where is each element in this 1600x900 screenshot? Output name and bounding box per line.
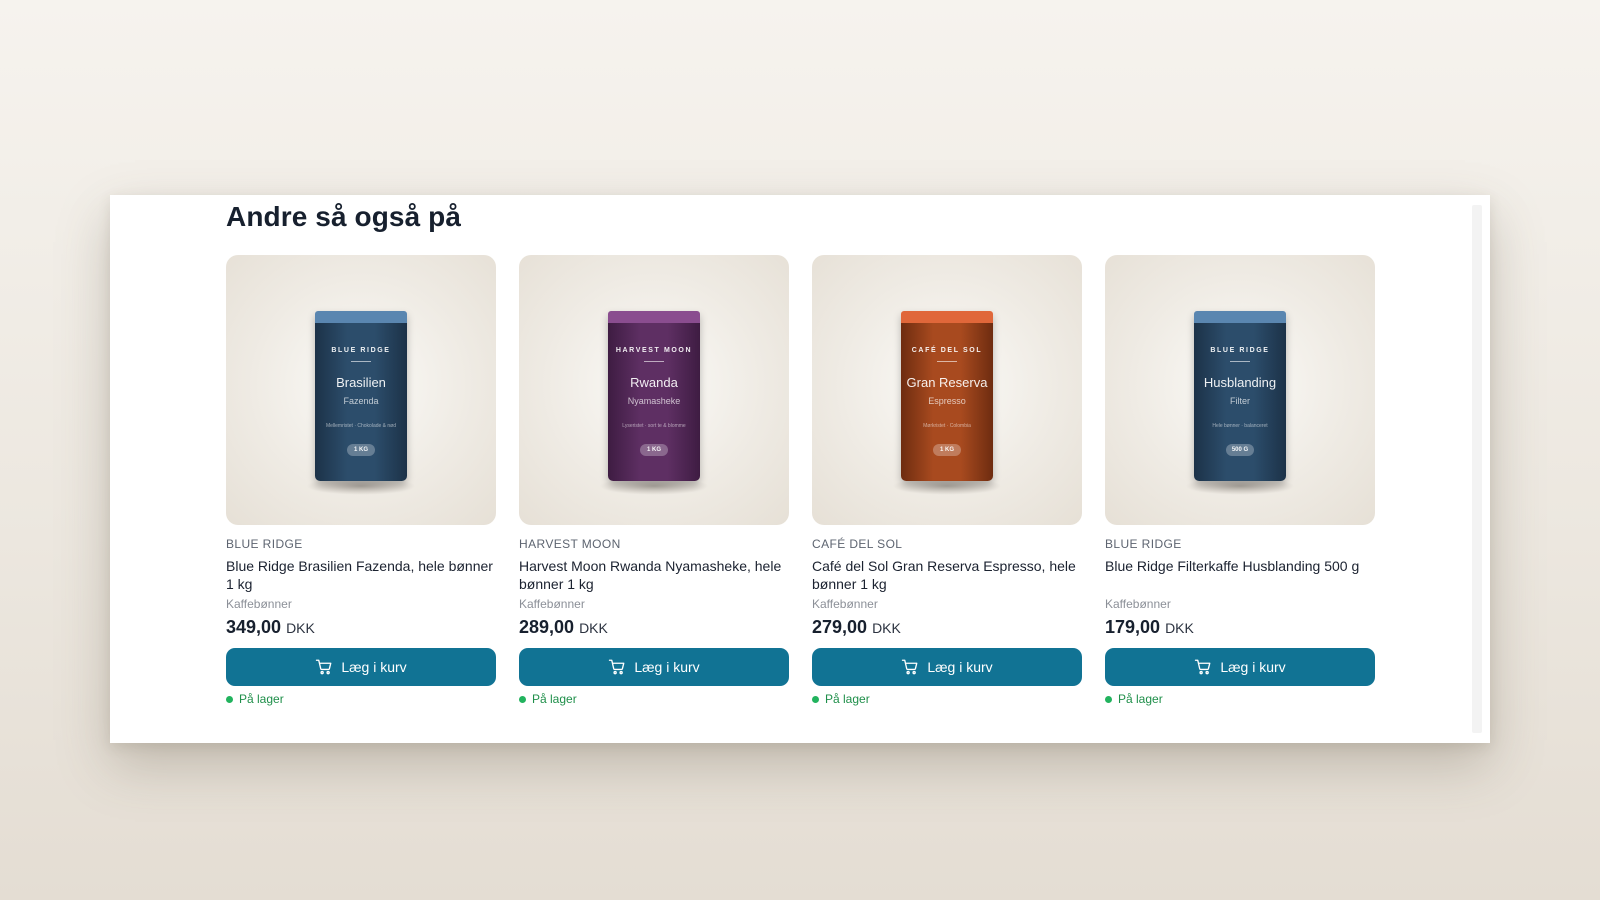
product-title[interactable]: Blue Ridge Brasilien Fazenda, hele bønne… bbox=[226, 557, 496, 593]
package-note: Hele bønner · balanceret bbox=[1212, 423, 1268, 429]
product-title[interactable]: Harvest Moon Rwanda Nyamasheke, hele bøn… bbox=[519, 557, 789, 593]
product-price: 289,00 bbox=[519, 617, 575, 637]
package-body: HARVEST MOON Rwanda Nyamasheke Lyseriste… bbox=[608, 323, 700, 481]
package-lid bbox=[608, 311, 700, 323]
package-divider bbox=[644, 361, 664, 362]
product-price: 179,00 bbox=[1105, 617, 1161, 637]
stock-status: På lager bbox=[812, 692, 1082, 706]
stock-label: På lager bbox=[532, 692, 577, 706]
package-divider bbox=[1230, 361, 1250, 362]
section-heading: Andre så også på bbox=[226, 201, 462, 232]
product-title[interactable]: Blue Ridge Filterkaffe Husblanding 500 g bbox=[1105, 557, 1375, 593]
package-name: Brasilien bbox=[336, 375, 386, 390]
product-category: Kaffebønner bbox=[226, 597, 292, 611]
shopping-cart-icon bbox=[1195, 659, 1211, 675]
product-brand: HARVEST MOON bbox=[519, 537, 621, 551]
product-brand: CAFÉ DEL SOL bbox=[812, 537, 903, 551]
package-subtitle: Espresso bbox=[928, 396, 966, 406]
product-image[interactable]: HARVEST MOON Rwanda Nyamasheke Lyseriste… bbox=[519, 255, 789, 525]
package-note: Mørkristet · Colombia bbox=[923, 423, 971, 429]
package-brand: BLUE RIDGE bbox=[1210, 347, 1270, 354]
package-subtitle: Fazenda bbox=[343, 396, 379, 406]
product-card[interactable]: HARVEST MOON Rwanda Nyamasheke Lyseriste… bbox=[519, 255, 789, 706]
product-image[interactable]: BLUE RIDGE Husblanding Filter Hele bønne… bbox=[1105, 255, 1375, 525]
stock-label: På lager bbox=[239, 692, 284, 706]
package-body: BLUE RIDGE Husblanding Filter Hele bønne… bbox=[1194, 323, 1286, 481]
package-brand: CAFÉ DEL SOL bbox=[911, 347, 983, 354]
product-image[interactable]: CAFÉ DEL SOL Gran Reserva Espresso Mørkr… bbox=[812, 255, 1082, 525]
product-price: 349,00 bbox=[226, 617, 282, 637]
add-to-cart-button[interactable]: Læg i kurv bbox=[1105, 648, 1375, 686]
package-lid bbox=[315, 311, 407, 323]
package-name: Husblanding bbox=[1203, 375, 1277, 390]
package-divider bbox=[351, 361, 371, 362]
coffee-package: HARVEST MOON Rwanda Nyamasheke Lyseriste… bbox=[608, 311, 700, 481]
product-card[interactable]: BLUE RIDGE Brasilien Fazenda Mellemriste… bbox=[226, 255, 496, 706]
shopping-cart-icon bbox=[316, 659, 332, 675]
package-subtitle: Nyamasheke bbox=[627, 396, 681, 406]
package-weight: 1 KG bbox=[640, 444, 668, 456]
in-stock-dot-icon bbox=[812, 695, 819, 703]
stock-label: På lager bbox=[825, 692, 870, 706]
package-brand: BLUE RIDGE bbox=[331, 347, 391, 354]
price-row: 349,00 DKK bbox=[226, 617, 496, 638]
product-card[interactable]: CAFÉ DEL SOL Gran Reserva Espresso Mørkr… bbox=[812, 255, 1082, 706]
package-brand: HARVEST MOON bbox=[615, 347, 693, 354]
add-to-cart-label: Læg i kurv bbox=[927, 659, 993, 675]
coffee-package: BLUE RIDGE Husblanding Filter Hele bønne… bbox=[1194, 311, 1286, 481]
package-note: Lyseristet · sort te & blomme bbox=[622, 423, 686, 429]
price-currency: DKK bbox=[1165, 620, 1194, 636]
price-row: 179,00 DKK bbox=[1105, 617, 1375, 638]
package-divider bbox=[937, 361, 957, 362]
stock-status: På lager bbox=[226, 692, 496, 706]
price-currency: DKK bbox=[579, 620, 608, 636]
add-to-cart-button[interactable]: Læg i kurv bbox=[226, 648, 496, 686]
shopping-cart-icon bbox=[609, 659, 625, 675]
package-name: Rwanda bbox=[630, 375, 678, 390]
package-body: CAFÉ DEL SOL Gran Reserva Espresso Mørkr… bbox=[901, 323, 993, 481]
price-row: 289,00 DKK bbox=[519, 617, 789, 638]
price-currency: DKK bbox=[286, 620, 315, 636]
coffee-package: BLUE RIDGE Brasilien Fazenda Mellemriste… bbox=[315, 311, 407, 481]
product-card[interactable]: BLUE RIDGE Husblanding Filter Hele bønne… bbox=[1105, 255, 1375, 706]
add-to-cart-label: Læg i kurv bbox=[634, 659, 700, 675]
package-weight: 1 KG bbox=[933, 444, 961, 456]
in-stock-dot-icon bbox=[226, 695, 233, 703]
product-category: Kaffebønner bbox=[519, 597, 585, 611]
stock-label: På lager bbox=[1118, 692, 1163, 706]
stock-status: På lager bbox=[519, 692, 789, 706]
product-grid: BLUE RIDGE Brasilien Fazenda Mellemriste… bbox=[226, 255, 1375, 706]
package-note: Mellemristet · Chokolade & nød bbox=[325, 423, 397, 429]
recommendations-panel: Andre så også på BLUE RIDGE Brasilien Fa… bbox=[110, 195, 1490, 743]
product-category: Kaffebønner bbox=[812, 597, 878, 611]
in-stock-dot-icon bbox=[1105, 695, 1112, 703]
package-lid bbox=[1194, 311, 1286, 323]
package-weight: 500 G bbox=[1226, 444, 1254, 456]
add-to-cart-label: Læg i kurv bbox=[1220, 659, 1286, 675]
in-stock-dot-icon bbox=[519, 695, 526, 703]
package-weight: 1 KG bbox=[347, 444, 375, 456]
product-brand: BLUE RIDGE bbox=[226, 537, 303, 551]
product-price: 279,00 bbox=[812, 617, 868, 637]
price-row: 279,00 DKK bbox=[812, 617, 1082, 638]
add-to-cart-button[interactable]: Læg i kurv bbox=[812, 648, 1082, 686]
scrollbar[interactable] bbox=[1472, 205, 1482, 733]
package-body: BLUE RIDGE Brasilien Fazenda Mellemriste… bbox=[315, 323, 407, 481]
package-name: Gran Reserva bbox=[906, 375, 988, 390]
package-subtitle: Filter bbox=[1230, 396, 1250, 406]
product-category: Kaffebønner bbox=[1105, 597, 1171, 611]
coffee-package: CAFÉ DEL SOL Gran Reserva Espresso Mørkr… bbox=[901, 311, 993, 481]
add-to-cart-label: Læg i kurv bbox=[341, 659, 407, 675]
stock-status: På lager bbox=[1105, 692, 1375, 706]
package-lid bbox=[901, 311, 993, 323]
price-currency: DKK bbox=[872, 620, 901, 636]
add-to-cart-button[interactable]: Læg i kurv bbox=[519, 648, 789, 686]
product-brand: BLUE RIDGE bbox=[1105, 537, 1182, 551]
shopping-cart-icon bbox=[902, 659, 918, 675]
product-title[interactable]: Café del Sol Gran Reserva Espresso, hele… bbox=[812, 557, 1082, 593]
product-image[interactable]: BLUE RIDGE Brasilien Fazenda Mellemriste… bbox=[226, 255, 496, 525]
